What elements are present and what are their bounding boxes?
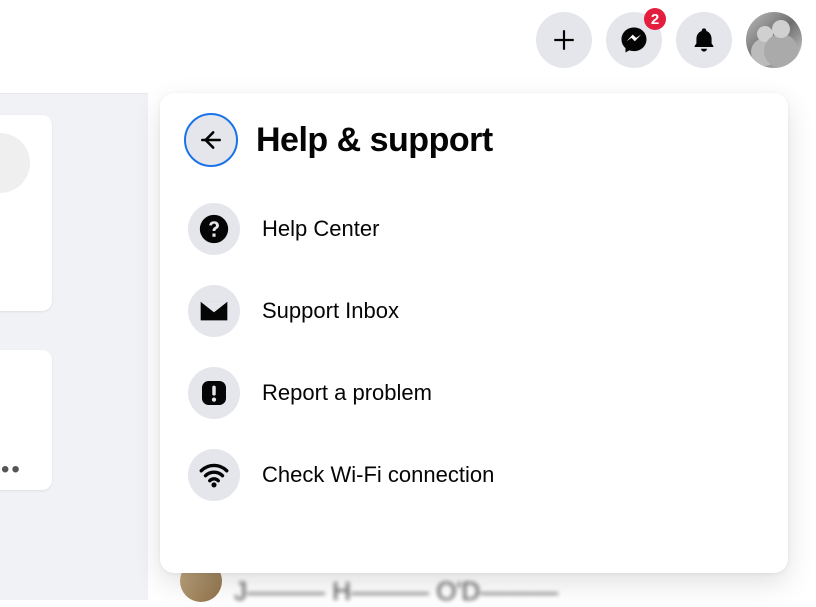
menu-item-label: Check Wi-Fi connection (262, 462, 494, 488)
wifi-icon (188, 449, 240, 501)
messenger-icon (619, 25, 649, 55)
menu-item-help-center[interactable]: Help Center (184, 191, 764, 267)
top-nav: 2 (0, 0, 816, 80)
create-button[interactable] (536, 12, 592, 68)
account-avatar[interactable] (746, 12, 802, 68)
ellipsis-icon: •• (1, 456, 22, 484)
help-support-panel: Help & support Help Center Support Inbox… (160, 93, 788, 573)
menu-item-check-wifi[interactable]: Check Wi-Fi connection (184, 437, 764, 513)
menu-item-support-inbox[interactable]: Support Inbox (184, 273, 764, 349)
menu-item-report-problem[interactable]: Report a problem (184, 355, 764, 431)
background-text: J——— H——— O'D——— (234, 576, 558, 607)
messenger-button[interactable]: 2 (606, 12, 662, 68)
mail-icon (188, 285, 240, 337)
menu-item-label: Help Center (262, 216, 379, 242)
alert-icon (188, 367, 240, 419)
panel-header: Help & support (184, 113, 764, 167)
panel-title: Help & support (256, 121, 493, 160)
back-button[interactable] (184, 113, 238, 167)
messenger-badge: 2 (644, 8, 666, 30)
bell-icon (690, 26, 718, 54)
menu-item-label: Support Inbox (262, 298, 399, 324)
help-icon (188, 203, 240, 255)
background-card (0, 115, 52, 311)
notifications-button[interactable] (676, 12, 732, 68)
plus-icon (551, 27, 577, 53)
help-support-menu: Help Center Support Inbox Report a probl… (184, 191, 764, 513)
menu-item-label: Report a problem (262, 380, 432, 406)
arrow-left-icon (198, 127, 224, 153)
